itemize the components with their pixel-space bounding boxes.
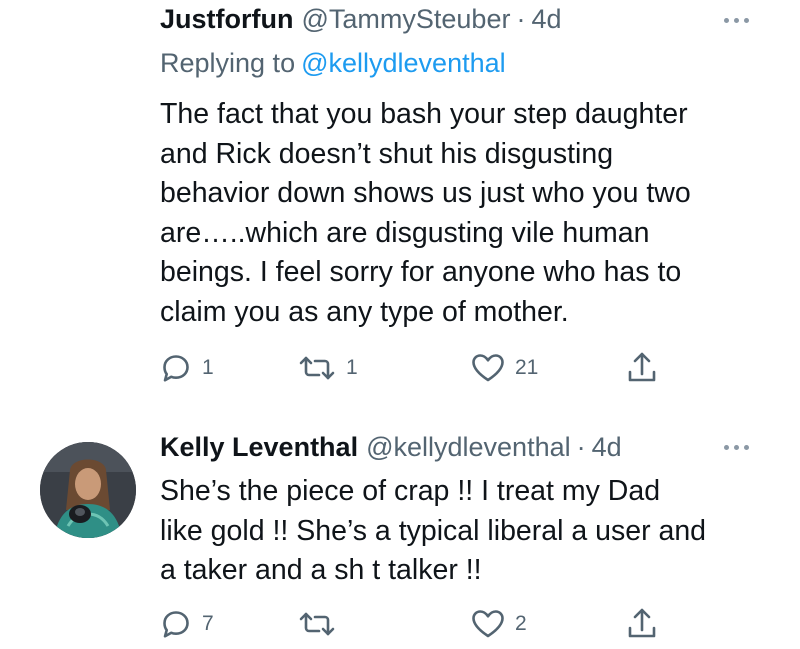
tweet-text: The fact that you bash your step daughte… — [160, 95, 780, 332]
reply-icon — [160, 352, 192, 384]
timestamp[interactable]: 4d — [592, 432, 622, 463]
tweet-text-line: a taker and a sh t talker !! — [160, 554, 482, 586]
replying-to: Replying to @kellydleventhal — [160, 48, 506, 79]
reply-button[interactable]: 1 — [160, 348, 214, 388]
tweet-actions: 1 1 21 — [0, 348, 800, 388]
more-dot — [724, 18, 729, 23]
reply-count: 1 — [202, 356, 214, 379]
user-handle[interactable]: @TammySteuber — [301, 4, 510, 35]
tweet[interactable]: Kelly Leventhal @kellydleventhal · 4d Sh… — [0, 412, 800, 649]
more-dot — [724, 445, 729, 450]
more-dot — [744, 18, 749, 23]
more-icon[interactable] — [724, 445, 749, 450]
user-handle[interactable]: @kellydleventhal — [366, 432, 571, 463]
display-name[interactable]: Kelly Leventhal — [160, 432, 358, 463]
replying-to-handle-link[interactable]: @kellydleventhal — [301, 48, 506, 78]
tweet[interactable]: Justforfun @TammySteuber · 4d Replying t… — [0, 0, 800, 400]
tweet-header: Kelly Leventhal @kellydleventhal · 4d — [160, 432, 622, 463]
heart-icon — [471, 608, 505, 640]
separator: · — [576, 432, 586, 462]
retweet-button[interactable] — [298, 604, 346, 644]
tweet-text-line: behavior down shows us just who you two — [160, 177, 691, 209]
like-count: 21 — [515, 356, 539, 379]
like-button[interactable]: 2 — [471, 604, 527, 644]
retweet-button[interactable]: 1 — [298, 348, 358, 388]
more-dot — [734, 18, 739, 23]
avatar[interactable] — [40, 442, 136, 538]
share-icon — [626, 606, 658, 642]
reply-button[interactable]: 7 — [160, 604, 214, 644]
tweet-header: Justforfun @TammySteuber · 4d — [160, 4, 562, 35]
like-count: 2 — [515, 612, 527, 635]
share-icon — [626, 350, 658, 386]
tweet-text: She’s the piece of crap !! I treat my Da… — [160, 472, 780, 591]
heart-icon — [471, 352, 505, 384]
more-dot — [734, 445, 739, 450]
tweet-text-line: beings. I feel sorry for anyone who has … — [160, 256, 682, 288]
more-icon[interactable] — [724, 18, 749, 23]
tweet-text-line: She’s the piece of crap !! I treat my Da… — [160, 475, 661, 507]
tweet-text-line: like gold !! She’s a typical liberal a u… — [160, 514, 707, 547]
retweet-icon — [298, 352, 336, 384]
tweet-text-line: and Rick doesn’t shut his disgusting — [160, 137, 614, 170]
tweet-actions: 7 2 — [0, 604, 800, 644]
share-button[interactable] — [626, 348, 658, 388]
avatar-image — [40, 442, 136, 538]
reply-icon — [160, 608, 192, 640]
reply-count: 7 — [202, 612, 214, 635]
display-name[interactable]: Justforfun — [160, 4, 293, 35]
separator: · — [516, 4, 526, 34]
like-button[interactable]: 21 — [471, 348, 538, 388]
more-dot — [744, 445, 749, 450]
tweet-text-line: claim you as any type of mother. — [160, 295, 569, 328]
replying-to-label: Replying to — [160, 48, 296, 78]
tweet-text-line: The fact that you bash your step daughte… — [160, 98, 688, 130]
share-button[interactable] — [626, 604, 658, 644]
tweet-text-line: are…..which are disgusting vile human — [160, 216, 650, 249]
retweet-count: 1 — [346, 356, 358, 379]
retweet-icon — [298, 608, 336, 640]
timestamp[interactable]: 4d — [531, 4, 561, 35]
